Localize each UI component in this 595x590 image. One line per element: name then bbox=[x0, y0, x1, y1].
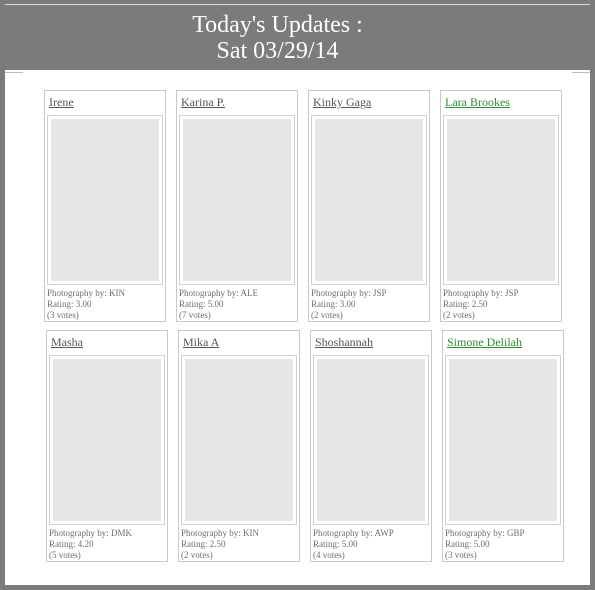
rating-text: Rating: 3.00 bbox=[311, 299, 356, 309]
card-meta: Photography by: ALE Rating: 5.00 (7 vote… bbox=[179, 288, 258, 321]
model-thumbnail[interactable] bbox=[443, 115, 559, 285]
card-meta: Photography by: KIN Rating: 2.50 (2 vote… bbox=[181, 528, 259, 561]
photography-credit: Photography by: AWP bbox=[313, 528, 394, 538]
thumbnail-placeholder bbox=[449, 359, 557, 521]
model-name-link[interactable]: Lara Brookes bbox=[445, 95, 510, 110]
model-name-link[interactable]: Irene bbox=[49, 95, 74, 110]
thumbnail-placeholder bbox=[183, 119, 291, 281]
model-thumbnail[interactable] bbox=[311, 115, 427, 285]
model-name-link[interactable]: Mika A bbox=[183, 335, 219, 350]
votes-text: (3 votes) bbox=[47, 310, 79, 320]
card-meta: Photography by: DMK Rating: 4.20 (5 vote… bbox=[49, 528, 132, 561]
title-line-1: Today's Updates : bbox=[192, 12, 363, 38]
rating-text: Rating: 2.50 bbox=[181, 539, 226, 549]
votes-text: (2 votes) bbox=[181, 550, 213, 560]
votes-text: (3 votes) bbox=[445, 550, 477, 560]
model-thumbnail[interactable] bbox=[313, 355, 429, 525]
thumbnail-placeholder bbox=[317, 359, 425, 521]
header-bar: Today's Updates : Sat 03/29/14 bbox=[0, 0, 595, 70]
rating-text: Rating: 5.00 bbox=[445, 539, 490, 549]
model-card[interactable]: Masha Photography by: DMK Rating: 4.20 (… bbox=[46, 330, 168, 562]
card-meta: Photography by: AWP Rating: 5.00 (4 vote… bbox=[313, 528, 394, 561]
photography-credit: Photography by: DMK bbox=[49, 528, 132, 538]
thumbnail-placeholder bbox=[51, 119, 159, 281]
panel-rule-right bbox=[572, 72, 590, 73]
card-meta: Photography by: JSP Rating: 2.50 (2 vote… bbox=[443, 288, 519, 321]
header-rule bbox=[5, 4, 590, 5]
rating-text: Rating: 5.00 bbox=[313, 539, 358, 549]
model-thumbnail[interactable] bbox=[47, 115, 163, 285]
model-thumbnail[interactable] bbox=[445, 355, 561, 525]
photography-credit: Photography by: JSP bbox=[311, 288, 387, 298]
model-thumbnail[interactable] bbox=[179, 115, 295, 285]
votes-text: (7 votes) bbox=[179, 310, 211, 320]
rating-text: Rating: 2.50 bbox=[443, 299, 488, 309]
card-meta: Photography by: KIN Rating: 3.00 (3 vote… bbox=[47, 288, 125, 321]
card-meta: Photography by: GBP Rating: 5.00 (3 vote… bbox=[445, 528, 525, 561]
panel-rule-left bbox=[5, 72, 23, 73]
model-card[interactable]: Lara Brookes Photography by: JSP Rating:… bbox=[440, 90, 562, 322]
thumbnail-placeholder bbox=[53, 359, 161, 521]
thumbnail-placeholder bbox=[447, 119, 555, 281]
model-name-link[interactable]: Shoshannah bbox=[315, 335, 373, 350]
votes-text: (4 votes) bbox=[313, 550, 345, 560]
votes-text: (5 votes) bbox=[49, 550, 81, 560]
photography-credit: Photography by: JSP bbox=[443, 288, 519, 298]
model-card[interactable]: Simone Delilah Photography by: GBP Ratin… bbox=[442, 330, 564, 562]
model-card[interactable]: Mika A Photography by: KIN Rating: 2.50 … bbox=[178, 330, 300, 562]
title-line-2: Sat 03/29/14 bbox=[216, 38, 339, 64]
model-card[interactable]: Irene Photography by: KIN Rating: 3.00 (… bbox=[44, 90, 166, 322]
model-card[interactable]: Shoshannah Photography by: AWP Rating: 5… bbox=[310, 330, 432, 562]
votes-text: (2 votes) bbox=[443, 310, 475, 320]
card-meta: Photography by: JSP Rating: 3.00 (2 vote… bbox=[311, 288, 387, 321]
photography-credit: Photography by: KIN bbox=[181, 528, 259, 538]
rating-text: Rating: 3.00 bbox=[47, 299, 92, 309]
photography-credit: Photography by: ALE bbox=[179, 288, 258, 298]
updates-panel: Irene Photography by: KIN Rating: 3.00 (… bbox=[5, 70, 590, 585]
thumbnail-placeholder bbox=[315, 119, 423, 281]
model-name-link[interactable]: Karina P. bbox=[181, 95, 225, 110]
page-title: Today's Updates : Sat 03/29/14 bbox=[0, 12, 555, 64]
photography-credit: Photography by: KIN bbox=[47, 288, 125, 298]
rating-text: Rating: 4.20 bbox=[49, 539, 94, 549]
photography-credit: Photography by: GBP bbox=[445, 528, 525, 538]
model-thumbnail[interactable] bbox=[181, 355, 297, 525]
model-name-link[interactable]: Masha bbox=[51, 335, 83, 350]
model-name-link[interactable]: Kinky Gaga bbox=[313, 95, 371, 110]
model-name-link[interactable]: Simone Delilah bbox=[447, 335, 522, 350]
model-card[interactable]: Kinky Gaga Photography by: JSP Rating: 3… bbox=[308, 90, 430, 322]
votes-text: (2 votes) bbox=[311, 310, 343, 320]
rating-text: Rating: 5.00 bbox=[179, 299, 224, 309]
model-thumbnail[interactable] bbox=[49, 355, 165, 525]
thumbnail-placeholder bbox=[185, 359, 293, 521]
model-card[interactable]: Karina P. Photography by: ALE Rating: 5.… bbox=[176, 90, 298, 322]
